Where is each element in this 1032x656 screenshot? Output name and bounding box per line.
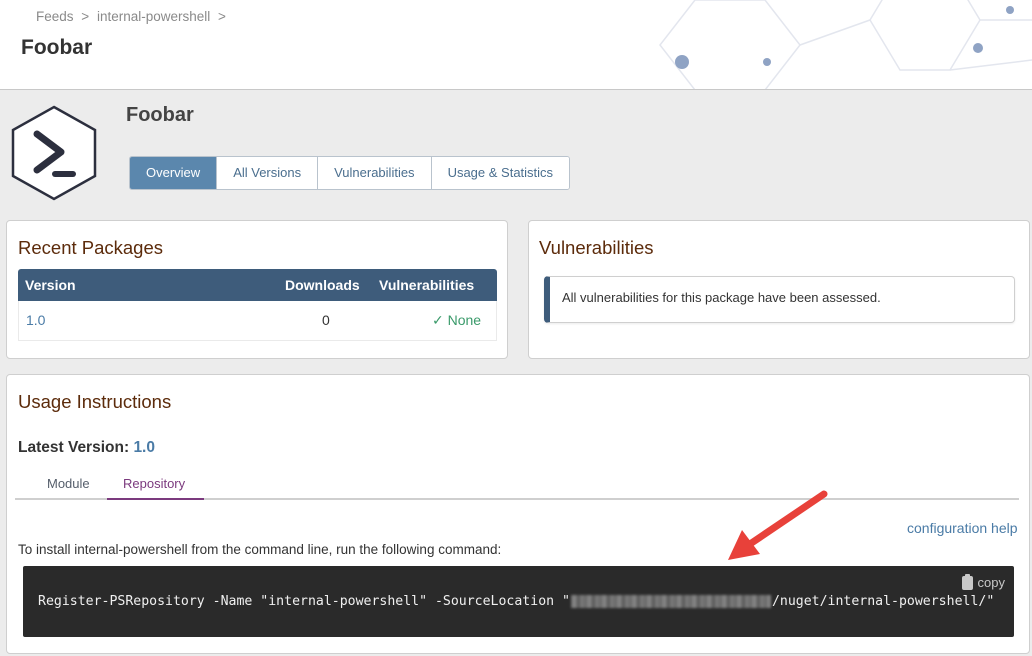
latest-version: Latest Version: 1.0 bbox=[18, 439, 155, 457]
check-icon: ✓ bbox=[432, 312, 444, 328]
command-suffix: /nuget/internal-powershell/" bbox=[771, 594, 995, 609]
breadcrumb-feeds-link[interactable]: Feeds bbox=[36, 9, 74, 24]
copy-button[interactable]: copy bbox=[961, 573, 1005, 590]
breadcrumb-separator: > bbox=[218, 9, 226, 24]
command-text: Register-PSRepository -Name "internal-po… bbox=[38, 594, 994, 609]
version-link[interactable]: 1.0 bbox=[26, 312, 45, 328]
vulnerability-status-label: None bbox=[447, 312, 482, 328]
usage-instructions-card: Usage Instructions Latest Version: 1.0 M… bbox=[6, 374, 1030, 654]
column-header-version: Version bbox=[25, 277, 76, 293]
copy-label: copy bbox=[977, 575, 1005, 590]
page-header: Feeds > internal-powershell > Foobar bbox=[0, 0, 1032, 90]
subtab-repository[interactable]: Repository bbox=[123, 476, 185, 491]
table-header: Version Downloads Vulnerabilities bbox=[18, 269, 497, 301]
vulnerability-status: ✓ None bbox=[432, 312, 481, 329]
hexagon-background-decoration bbox=[659, 0, 1032, 89]
configuration-help-link[interactable]: configuration help bbox=[907, 520, 1018, 536]
command-prefix: Register-PSRepository -Name "internal-po… bbox=[38, 594, 570, 609]
clipboard-icon bbox=[961, 573, 973, 590]
package-name: Foobar bbox=[126, 104, 194, 126]
powershell-logo-icon bbox=[11, 105, 97, 201]
package-tabs: Overview All Versions Vulnerabilities Us… bbox=[129, 156, 571, 190]
latest-version-link[interactable]: 1.0 bbox=[133, 439, 155, 456]
page-title: Foobar bbox=[21, 36, 93, 59]
recent-packages-title: Recent Packages bbox=[18, 237, 164, 258]
latest-version-label: Latest Version: bbox=[18, 439, 130, 456]
subtab-module[interactable]: Module bbox=[47, 476, 90, 491]
active-subtab-indicator bbox=[107, 498, 204, 500]
vulnerabilities-note: All vulnerabilities for this package hav… bbox=[544, 276, 1015, 323]
tab-overview[interactable]: Overview bbox=[130, 157, 218, 189]
breadcrumb: Feeds > internal-powershell > bbox=[36, 9, 230, 24]
vulnerabilities-title: Vulnerabilities bbox=[539, 237, 654, 258]
annotation-arrow-icon bbox=[728, 490, 828, 560]
breadcrumb-feed-link[interactable]: internal-powershell bbox=[97, 9, 210, 24]
column-header-vulnerabilities: Vulnerabilities bbox=[379, 277, 475, 293]
breadcrumb-separator: > bbox=[81, 9, 90, 24]
tab-all-versions[interactable]: All Versions bbox=[217, 157, 319, 189]
redacted-host bbox=[570, 594, 771, 608]
table-row: 1.0 0 ✓ None bbox=[18, 301, 497, 341]
usage-subtabs: Module Repository bbox=[15, 472, 1019, 500]
install-instructions-text: To install internal-powershell from the … bbox=[18, 542, 502, 557]
tab-vulnerabilities[interactable]: Vulnerabilities bbox=[318, 157, 432, 189]
command-code-block[interactable]: copy Register-PSRepository -Name "intern… bbox=[23, 566, 1014, 637]
column-header-downloads: Downloads bbox=[285, 277, 360, 293]
downloads-count: 0 bbox=[322, 312, 330, 328]
vulnerabilities-card: Vulnerabilities All vulnerabilities for … bbox=[528, 220, 1030, 359]
recent-packages-card: Recent Packages Version Downloads Vulner… bbox=[6, 220, 508, 359]
tab-usage-statistics[interactable]: Usage & Statistics bbox=[431, 157, 570, 189]
usage-instructions-title: Usage Instructions bbox=[18, 391, 172, 412]
